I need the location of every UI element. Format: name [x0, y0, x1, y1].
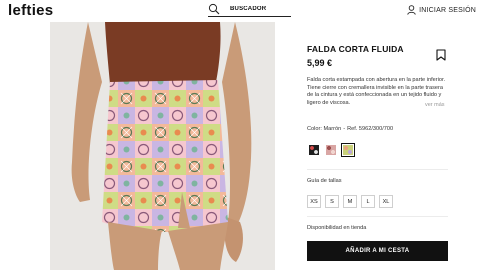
user-icon: [407, 5, 416, 15]
product-image[interactable]: [50, 22, 275, 270]
product-price: 5,99 €: [307, 58, 333, 68]
search-icon[interactable]: [208, 3, 221, 16]
login-link[interactable]: INICIAR SESIÓN: [407, 4, 476, 16]
divider: [307, 216, 448, 217]
search-bar[interactable]: [208, 3, 291, 17]
size-option[interactable]: M: [343, 195, 357, 208]
header: lefties INICIAR SESIÓN: [0, 0, 480, 22]
color-label: Color: Marrón: [307, 126, 342, 132]
reference-label: Ref. 5962/300/700: [347, 126, 394, 132]
add-to-cart-button[interactable]: AÑADIR A MI CESTA: [307, 241, 448, 261]
search-input[interactable]: [230, 3, 290, 15]
bookmark-icon[interactable]: [436, 49, 446, 61]
swatch-pink-print[interactable]: [324, 143, 338, 157]
swatch-dark-print[interactable]: [307, 143, 321, 157]
store-availability-link[interactable]: Disponibilidad en tienda: [307, 225, 366, 231]
color-reference: Color: Marrón - Ref. 5962/300/700: [307, 126, 394, 132]
size-option[interactable]: XL: [379, 195, 393, 208]
divider: [307, 169, 448, 170]
size-option[interactable]: L: [361, 195, 375, 208]
product-title: FALDA CORTA FLUIDA: [307, 44, 404, 54]
size-option[interactable]: S: [325, 195, 339, 208]
logo[interactable]: lefties: [8, 2, 53, 19]
swatch-multicolor-print[interactable]: [341, 143, 355, 157]
product-photo: [50, 22, 275, 270]
login-label: INICIAR SESIÓN: [419, 6, 476, 14]
color-swatches: [307, 143, 355, 157]
size-selector: XS S M L XL: [307, 195, 393, 208]
see-more-link[interactable]: ver más: [425, 102, 445, 108]
size-option[interactable]: XS: [307, 195, 321, 208]
size-guide-link[interactable]: Guía de tallas: [307, 178, 342, 184]
